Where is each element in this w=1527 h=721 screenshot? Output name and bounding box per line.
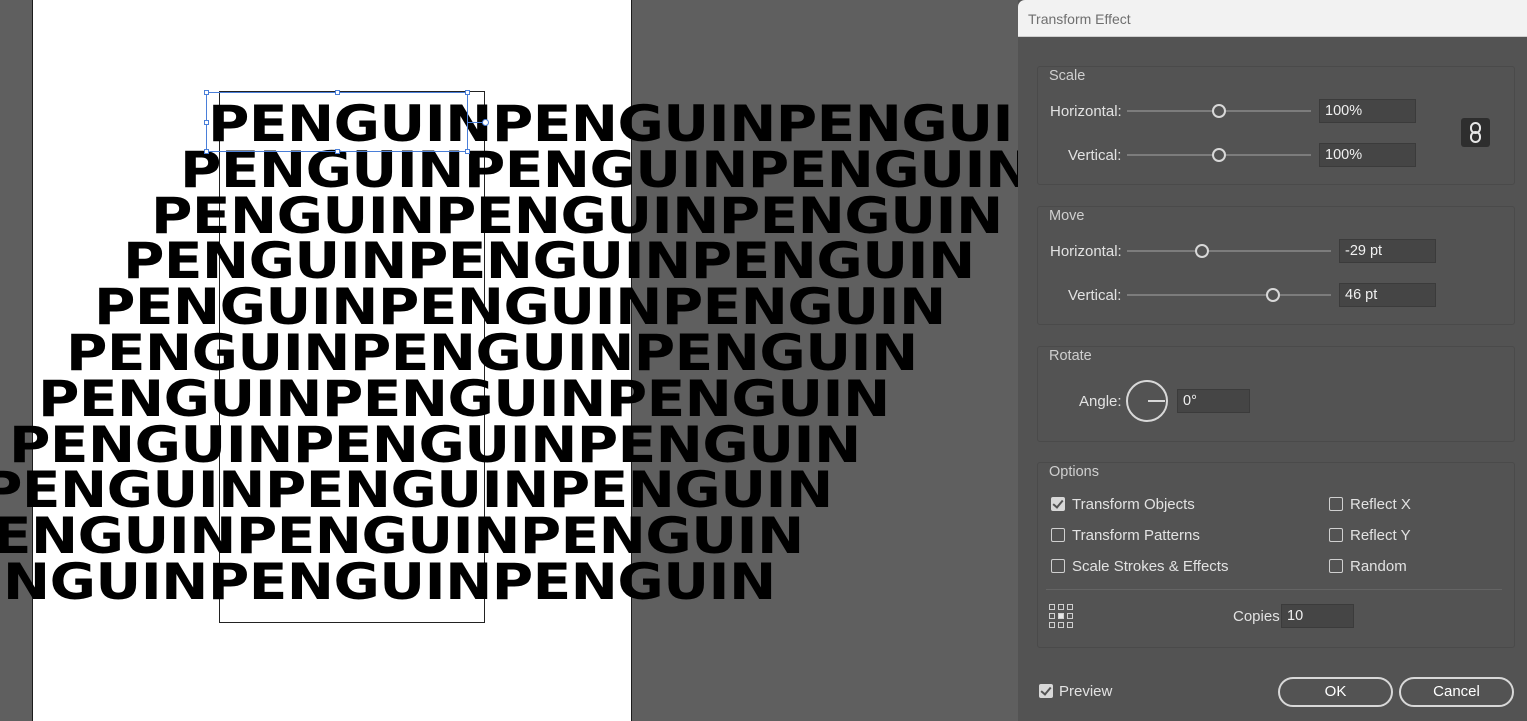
reference-point-locator-icon[interactable] — [1049, 604, 1073, 628]
angle-input[interactable]: 0° — [1177, 389, 1250, 413]
scale-vertical-input[interactable]: 100% — [1319, 143, 1416, 167]
transform-patterns-checkbox[interactable] — [1051, 528, 1065, 542]
reflect-x-label: Reflect X — [1350, 496, 1411, 513]
rotate-handle[interactable] — [482, 119, 489, 126]
scale-group — [1037, 66, 1515, 185]
selection-handle[interactable] — [204, 90, 209, 95]
chain-link-icon — [1470, 122, 1481, 143]
reference-point[interactable] — [1067, 613, 1073, 619]
scale-vertical-label: Vertical: — [1068, 147, 1122, 164]
scale-horizontal-label: Horizontal: — [1050, 103, 1122, 120]
selection-handle[interactable] — [204, 120, 209, 125]
move-vertical-slider-track[interactable] — [1127, 294, 1331, 296]
move-vertical-input[interactable]: 46 pt — [1339, 283, 1436, 307]
transform-patterns-label: Transform Patterns — [1072, 527, 1200, 544]
dialog-title: Transform Effect — [1028, 11, 1131, 27]
scale-strokes-effects-label: Scale Strokes & Effects — [1072, 558, 1229, 575]
copies-input[interactable]: 10 — [1281, 604, 1354, 628]
options-divider — [1046, 589, 1502, 590]
selection-handle[interactable] — [335, 90, 340, 95]
move-horizontal-label: Horizontal: — [1050, 243, 1122, 260]
selection-handle[interactable] — [465, 90, 470, 95]
selection-bounding-box[interactable] — [204, 90, 470, 154]
reference-point[interactable] — [1049, 613, 1055, 619]
rotate-group-label: Rotate — [1049, 348, 1092, 364]
reflect-y-checkbox[interactable] — [1329, 528, 1343, 542]
reference-point[interactable] — [1049, 622, 1055, 628]
angle-label: Angle: — [1079, 393, 1122, 410]
preview-checkbox[interactable] — [1039, 684, 1053, 698]
move-vertical-label: Vertical: — [1068, 287, 1122, 304]
constrain-proportions-button[interactable] — [1461, 118, 1490, 147]
dialog-titlebar[interactable]: Transform Effect — [1018, 0, 1527, 37]
move-vertical-slider-knob[interactable] — [1266, 288, 1280, 302]
transform-objects-checkbox[interactable] — [1051, 497, 1065, 511]
reference-point[interactable] — [1067, 604, 1073, 610]
move-horizontal-slider-knob[interactable] — [1195, 244, 1209, 258]
scale-group-label: Scale — [1049, 68, 1086, 84]
scale-vertical-slider-knob[interactable] — [1212, 148, 1226, 162]
reference-point[interactable] — [1058, 604, 1064, 610]
angle-dial-icon[interactable] — [1126, 380, 1168, 422]
selection-handle[interactable] — [465, 149, 470, 154]
selection-handle[interactable] — [335, 149, 340, 154]
scale-horizontal-slider-knob[interactable] — [1212, 104, 1226, 118]
preview-label: Preview — [1059, 683, 1113, 700]
reference-point[interactable] — [1058, 622, 1064, 628]
reflect-y-label: Reflect Y — [1350, 527, 1411, 544]
move-horizontal-slider-track[interactable] — [1127, 250, 1331, 252]
artboard-canvas[interactable]: PENGUINPENGUINPENGUIN PENGUINPENGUINPENGU… — [0, 0, 1018, 721]
scale-horizontal-input[interactable]: 100% — [1319, 99, 1416, 123]
move-horizontal-input[interactable]: -29 pt — [1339, 239, 1436, 263]
random-checkbox[interactable] — [1329, 559, 1343, 573]
reference-point-center[interactable] — [1058, 613, 1064, 619]
ok-button[interactable]: OK — [1278, 677, 1393, 707]
move-group-label: Move — [1049, 208, 1085, 224]
selection-handle[interactable] — [204, 149, 209, 154]
reference-point[interactable] — [1067, 622, 1073, 628]
scale-strokes-effects-checkbox[interactable] — [1051, 559, 1065, 573]
random-label: Random — [1350, 558, 1407, 575]
copies-label: Copies — [1233, 608, 1280, 625]
reflect-x-checkbox[interactable] — [1329, 497, 1343, 511]
reference-point[interactable] — [1049, 604, 1055, 610]
artwork-text-row: PENGUINPENGUINPENGUIN — [0, 553, 776, 611]
move-group — [1037, 206, 1515, 325]
transform-objects-label: Transform Objects — [1072, 496, 1195, 513]
cancel-button[interactable]: Cancel — [1399, 677, 1514, 707]
options-group-label: Options — [1049, 464, 1099, 480]
